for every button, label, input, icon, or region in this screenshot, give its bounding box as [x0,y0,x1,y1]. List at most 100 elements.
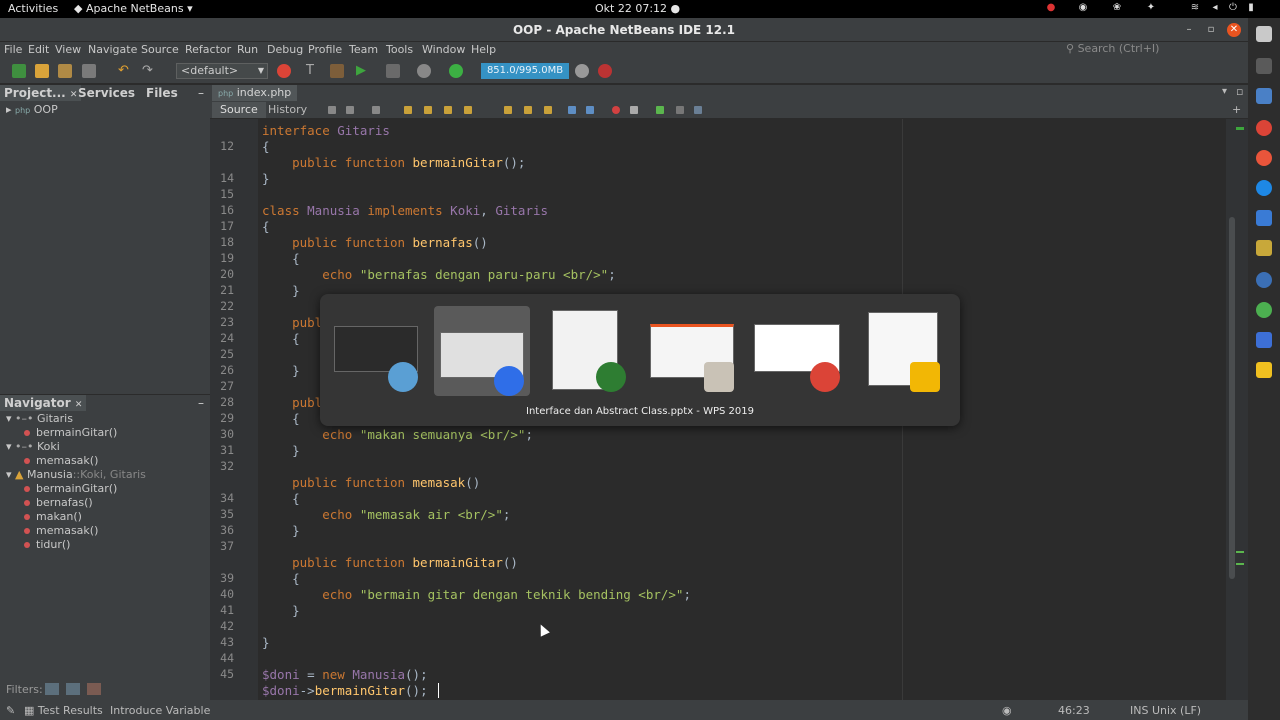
app-menu[interactable]: ◆ Apache NetBeans ▾ [74,2,193,15]
memory-indicator[interactable]: 851.0/995.0MB [481,63,569,79]
code-line[interactable]: echo "bernafas dengan paru-paru <br/>"; [262,267,616,283]
code-line[interactable]: class Manusia implements Koki, Gitaris [262,203,548,219]
test-results-tab[interactable]: ▦ Test Results [24,704,103,717]
tab-index-php[interactable]: php index.php [212,85,298,101]
code-line[interactable]: { [262,139,270,155]
switcher-item-wps[interactable] [434,306,530,396]
code-line[interactable]: } [262,363,300,379]
extension-icon[interactable]: ❀ [1112,3,1122,13]
menu-help[interactable]: Help [471,43,496,56]
toggle-highlight-icon[interactable] [464,106,472,114]
nav-interface-koki[interactable]: ▾ •–• Koki [6,440,60,453]
shift-left-icon[interactable] [568,106,576,114]
code-line[interactable]: publ [262,315,322,331]
wifi-icon[interactable]: ≋ [1190,3,1200,13]
nav-method[interactable]: makan() [24,510,82,523]
code-line[interactable]: { [262,491,300,507]
nav-method[interactable]: memasak() [24,454,98,467]
open-project-icon[interactable] [58,64,72,78]
start-macro-icon[interactable] [612,106,620,114]
code-line[interactable]: } [262,171,270,187]
close-icon[interactable]: ✕ [75,400,83,410]
next-bookmark-icon[interactable] [524,106,532,114]
recorder-dock-icon[interactable] [1256,302,1272,318]
filter-fields-icon[interactable] [45,683,59,695]
code-line[interactable]: echo "makan semuanya <br/>"; [262,427,533,443]
code-line[interactable]: } [262,635,270,651]
switcher-item-obs[interactable] [542,306,638,396]
teamviewer-dock-icon[interactable] [1256,180,1272,196]
screenshot-icon[interactable]: ◉ [1078,3,1088,13]
annotation-marker[interactable] [1236,551,1244,553]
code-line[interactable]: public function bermainGitar() [262,555,518,571]
menu-source[interactable]: Source [141,43,179,56]
files-dock-icon[interactable] [1256,26,1272,42]
menu-profile[interactable]: Profile [308,43,342,56]
code-line[interactable]: { [262,411,300,427]
code-line[interactable]: public function bernafas() [262,235,488,251]
code-line[interactable]: public function bermainGitar(); [262,155,525,171]
close-icon[interactable]: ✕ [1227,23,1241,37]
nav-class-manusia[interactable]: ▾ ▲ Manusia::Koki, Gitaris [6,468,146,481]
netbeans-dock-icon[interactable] [1256,88,1272,104]
forward-icon[interactable] [372,106,380,114]
project-tree-root[interactable]: ▸ php OOP [6,103,58,116]
config-select[interactable]: <default> ▼ [176,63,268,79]
switcher-item-files[interactable] [648,306,744,396]
gc-icon[interactable] [449,64,463,78]
minimize-icon[interactable]: – [1182,23,1196,37]
menu-run[interactable]: Run [237,43,258,56]
find-next-icon[interactable] [444,106,452,114]
code-line[interactable]: echo "bermain gitar dengan teknik bendin… [262,587,691,603]
code-line[interactable]: $doni->bermainGitar(); [262,683,428,699]
nav-method[interactable]: bermainGitar() [24,482,117,495]
chrome-dock-icon[interactable] [1256,120,1272,136]
notification-icon[interactable]: ✎ [6,704,15,717]
debug-icon[interactable] [386,64,400,78]
switcher-item-chrome[interactable] [752,306,848,396]
prev-bookmark-icon[interactable] [504,106,512,114]
profile-icon[interactable] [417,64,431,78]
menu-navigate[interactable]: Navigate [88,43,137,56]
menu-file[interactable]: File [4,43,22,56]
window-dock-icon[interactable] [1256,58,1272,74]
code-line[interactable]: { [262,331,300,347]
minimize-panel-icon[interactable]: – [194,85,208,101]
record-icon[interactable]: ● [1046,3,1056,13]
code-line[interactable]: { [262,219,270,235]
last-edit-icon[interactable] [328,106,336,114]
volume-icon[interactable]: ◂ [1210,3,1220,13]
stop-io-icon[interactable] [598,64,612,78]
nav-method[interactable]: tidur() [24,538,70,551]
back-icon[interactable] [346,106,354,114]
switcher-item-netbeans[interactable] [330,306,426,396]
switcher-item-calculator[interactable] [858,306,954,396]
code-line[interactable]: $doni = new Manusia(); [262,667,428,683]
tab-projects[interactable]: Project... ✕ [0,85,82,101]
scroll-thumb[interactable] [1229,217,1235,579]
obs-dock-icon[interactable] [1256,272,1272,288]
find-selection-icon[interactable] [404,106,412,114]
pause-io-icon[interactable] [575,64,589,78]
compass-dock-icon[interactable] [1256,150,1272,166]
battery-icon[interactable]: ▮ [1246,3,1256,13]
new-project-icon[interactable] [35,64,49,78]
menu-refactor[interactable]: Refactor [185,43,231,56]
uncomment-icon[interactable] [676,106,684,114]
activities-button[interactable]: Activities [8,2,58,15]
comment-icon[interactable] [656,106,664,114]
source-tab[interactable]: Source [212,102,266,118]
find-previous-icon[interactable] [424,106,432,114]
code-line[interactable]: } [262,523,300,539]
code-line[interactable]: echo "memasak air <br/>"; [262,507,510,523]
power-icon[interactable]: ⏻ [1228,3,1238,13]
code-line[interactable]: { [262,571,300,587]
menu-view[interactable]: View [55,43,81,56]
db-icon[interactable] [694,106,702,114]
history-tab[interactable]: History [262,102,313,118]
new-file-icon[interactable] [12,64,26,78]
search-field[interactable]: ⚲ Search (Ctrl+I) [1066,42,1159,55]
calculator-dock-icon[interactable] [1256,362,1272,378]
code-line[interactable]: } [262,603,300,619]
wps-dock-icon[interactable] [1256,332,1272,348]
